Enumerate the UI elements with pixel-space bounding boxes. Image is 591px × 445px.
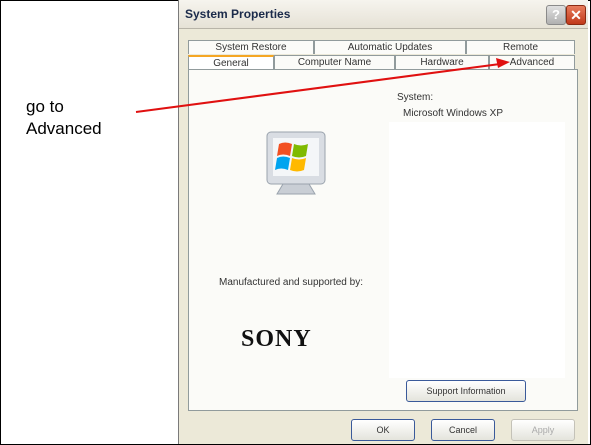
title-bar: System Properties ? ✕ [179,0,588,29]
general-tab-panel: System: Microsoft Windows XP Manufacture… [188,69,578,411]
system-label: System: [397,92,434,103]
annotation-line-2: Advanced [26,119,102,138]
dialog-title: System Properties [185,7,291,21]
ok-button[interactable]: OK [351,419,415,441]
os-name: Microsoft Windows XP [403,108,504,119]
help-button[interactable]: ? [546,5,566,25]
manufacturer-logo: SONY [241,326,312,352]
windows-monitor-icon [266,131,326,195]
system-info-box [389,122,565,378]
apply-button[interactable]: Apply [511,419,575,441]
tab-general[interactable]: General [188,55,274,69]
annotation-line-1: go to [26,97,64,116]
tab-advanced[interactable]: Advanced [489,55,575,69]
tab-remote[interactable]: Remote [466,40,575,54]
close-button[interactable]: ✕ [566,5,586,25]
cancel-button[interactable]: Cancel [431,419,495,441]
tab-computer-name[interactable]: Computer Name [274,55,395,69]
annotation-text: go to Advanced [26,96,102,140]
tab-row-bottom: General Computer Name Hardware Advanced [188,55,575,69]
support-information-button[interactable]: Support Information [406,380,526,402]
tab-system-restore[interactable]: System Restore [188,40,314,54]
manufacturer-label: Manufactured and supported by: [219,277,363,288]
tab-row-top: System Restore Automatic Updates Remote [188,40,575,54]
tab-hardware[interactable]: Hardware [395,55,489,69]
system-properties-dialog: System Properties ? ✕ System Restore Aut… [178,0,588,444]
tab-automatic-updates[interactable]: Automatic Updates [314,40,466,54]
